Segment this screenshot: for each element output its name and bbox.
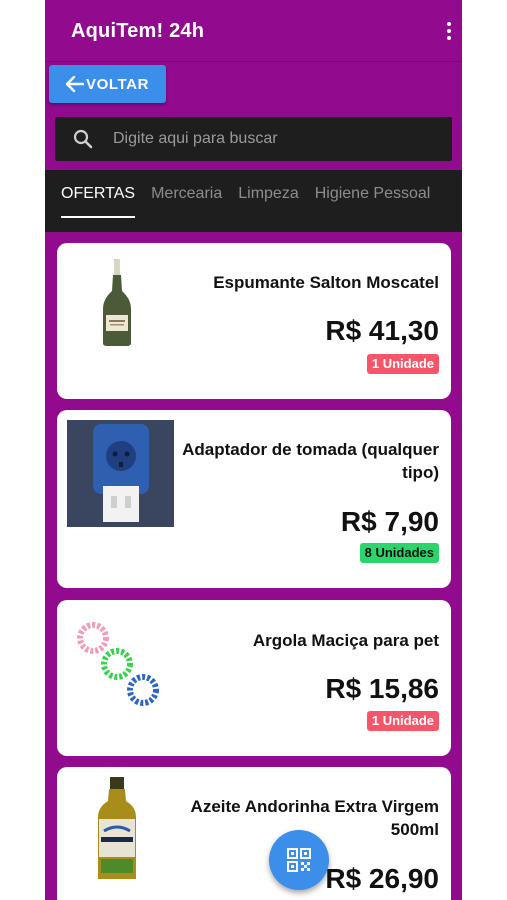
back-button[interactable]: VOLTAR bbox=[49, 65, 166, 103]
product-price: R$ 15,86 bbox=[325, 673, 439, 704]
more-vert-icon[interactable] bbox=[444, 22, 454, 40]
search-bar bbox=[55, 117, 452, 161]
product-card[interactable]: Espumante Salton Moscatel R$ 41,30 1 Uni… bbox=[57, 243, 451, 399]
tab-limpeza[interactable]: Limpeza bbox=[230, 170, 306, 232]
product-price: R$ 41,30 bbox=[325, 315, 439, 346]
product-name: Argola Maciça para pet bbox=[252, 631, 439, 650]
arrow-left-icon bbox=[65, 76, 84, 92]
app-screen: AquiTem! 24h VOLTAR OFERTAS Mercearia Li… bbox=[45, 0, 462, 900]
sparkling-wine-image bbox=[67, 257, 167, 347]
search-input[interactable] bbox=[113, 130, 413, 148]
tab-ofertas[interactable]: OFERTAS bbox=[45, 170, 143, 232]
stock-badge: 1 Unidade bbox=[366, 354, 439, 374]
app-bar: AquiTem! 24h bbox=[45, 0, 462, 62]
stock-badge: 8 Unidades bbox=[359, 543, 439, 563]
power-adapter-image bbox=[67, 420, 174, 527]
back-button-label: VOLTAR bbox=[85, 75, 150, 93]
category-tabs: OFERTAS Mercearia Limpeza Higiene Pessoa… bbox=[45, 170, 462, 232]
app-title: AquiTem! 24h bbox=[71, 20, 205, 42]
qr-code-button[interactable] bbox=[269, 830, 329, 890]
product-card[interactable]: Azeite Andorinha Extra Virgem 500ml R$ 2… bbox=[57, 767, 451, 900]
tab-mercearia[interactable]: Mercearia bbox=[143, 170, 230, 232]
tab-higiene-pessoal[interactable]: Higiene Pessoal bbox=[307, 170, 439, 232]
stock-badge: 1 Unidade bbox=[366, 711, 439, 731]
product-price: R$ 7,90 bbox=[340, 506, 439, 537]
pet-rings-image bbox=[67, 612, 167, 712]
qr-code-icon bbox=[287, 848, 311, 872]
search-icon bbox=[73, 129, 93, 149]
product-name: Adaptador de tomada (qualquer tipo) bbox=[182, 440, 439, 482]
product-name: Espumante Salton Moscatel bbox=[213, 273, 439, 292]
product-price: R$ 26,90 bbox=[325, 863, 439, 894]
olive-oil-image bbox=[67, 775, 167, 883]
product-card[interactable]: Argola Maciça para pet R$ 15,86 1 Unidad… bbox=[57, 600, 451, 756]
product-card[interactable]: Adaptador de tomada (qualquer tipo) R$ 7… bbox=[57, 410, 451, 588]
